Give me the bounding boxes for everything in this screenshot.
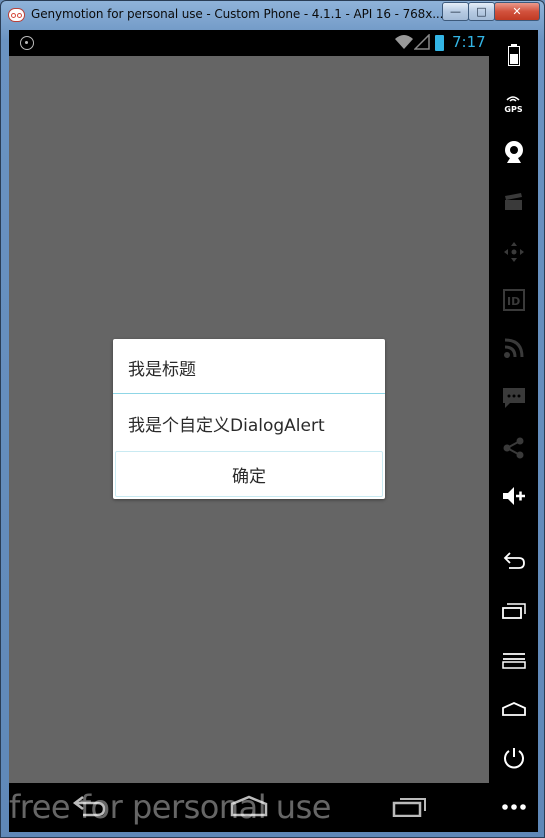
device-id-button[interactable]: ID (489, 280, 538, 320)
menu-icon (501, 653, 526, 669)
maximize-button[interactable]: □ (468, 2, 495, 21)
gps-label: GPS (504, 104, 523, 114)
genymotion-logo-icon (8, 8, 25, 22)
camera-widget-button[interactable] (489, 132, 538, 172)
more-button[interactable] (489, 787, 538, 827)
sms-widget-button[interactable] (489, 378, 538, 418)
title-bar: Genymotion for personal use - Custom Pho… (1, 1, 544, 29)
gps-widget-button[interactable]: GPS (489, 84, 538, 124)
watermark-text: free for personal use (9, 788, 331, 826)
emulator-window: Genymotion for personal use - Custom Pho… (0, 0, 545, 838)
share-widget-button[interactable] (489, 428, 538, 468)
battery-icon (507, 44, 520, 66)
battery-charging-icon (435, 35, 444, 51)
android-menu-button[interactable] (489, 641, 538, 681)
dialog-message: 我是个自定义DialogAlert (128, 416, 325, 436)
gps-status-icon (20, 36, 34, 50)
alert-dialog: 我是标题 我是个自定义DialogAlert 确定 (113, 339, 385, 499)
signal-icon (414, 34, 430, 50)
recent-apps-icon[interactable] (392, 795, 428, 817)
network-widget-button[interactable] (489, 328, 538, 368)
android-recent-button[interactable] (489, 591, 538, 631)
more-icon (501, 804, 526, 810)
volume-up-icon (502, 487, 525, 505)
share-icon (503, 437, 523, 459)
window-title: Genymotion for personal use - Custom Pho… (31, 7, 444, 21)
emulator-toolbar: GPS ID (489, 30, 538, 832)
device-id-icon: ID (502, 289, 525, 311)
dialog-title: 我是标题 (128, 360, 196, 380)
video-icon (504, 193, 522, 210)
confirm-button[interactable]: 确定 (115, 451, 383, 497)
minimize-button[interactable]: — (442, 2, 469, 21)
camera-icon (504, 141, 523, 163)
volume-up-button[interactable] (489, 476, 538, 516)
video-capture-button[interactable] (489, 182, 538, 222)
dialog-divider (113, 393, 385, 394)
battery-widget-button[interactable] (489, 35, 538, 75)
id-label: ID (507, 295, 520, 308)
sms-icon (502, 388, 525, 408)
power-button[interactable] (489, 738, 538, 778)
rss-icon (503, 338, 523, 358)
dpad-widget-button[interactable] (489, 232, 538, 272)
status-bar: 7:17 (9, 30, 489, 56)
wifi-icon (395, 35, 413, 49)
phone-screen: 7:17 free for personal use 我是标题 我是个自定义Di… (9, 30, 489, 832)
back-icon (503, 552, 525, 569)
status-time: 7:17 (452, 33, 486, 51)
close-button[interactable]: ✕ (494, 2, 540, 21)
home-icon (501, 702, 526, 716)
window-controls: — □ ✕ (442, 2, 540, 21)
dpad-icon (503, 242, 524, 262)
android-home-button[interactable] (489, 689, 538, 729)
gps-icon: GPS (504, 95, 523, 114)
power-icon (503, 748, 524, 769)
android-back-button[interactable] (489, 541, 538, 581)
recent-apps-icon (501, 603, 526, 619)
